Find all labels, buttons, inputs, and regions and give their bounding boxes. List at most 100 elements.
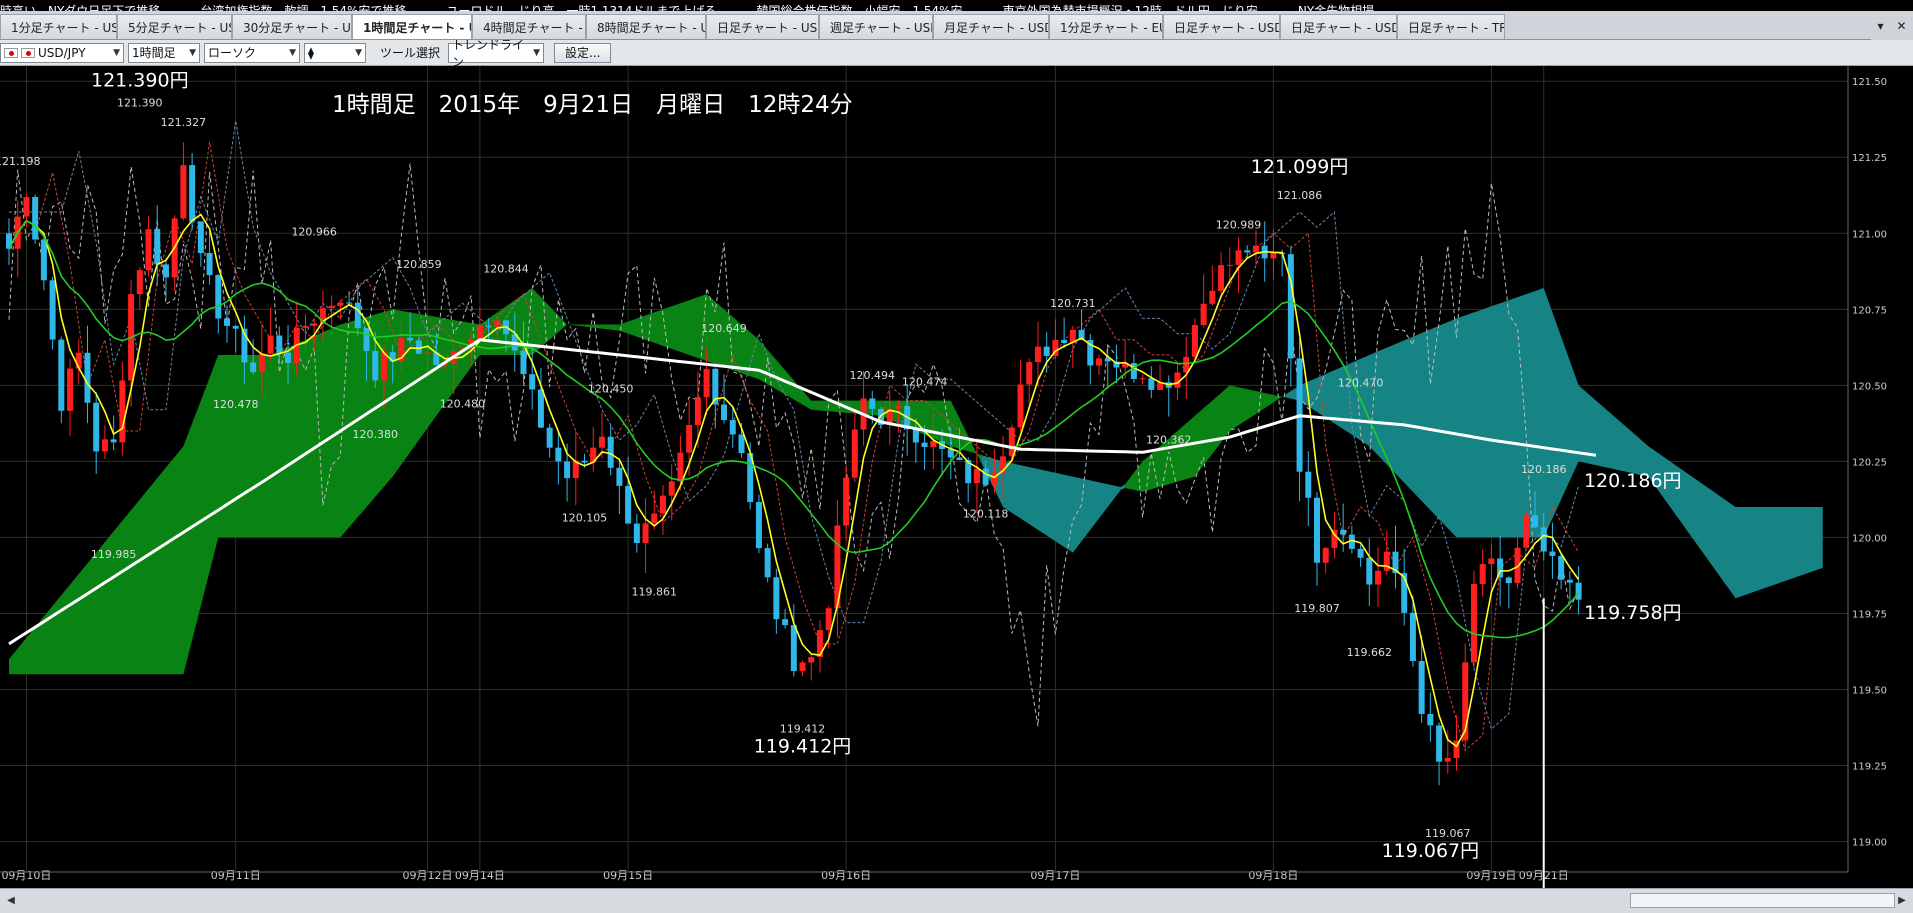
candle-down (93, 402, 100, 452)
candle-up (424, 352, 431, 354)
candle-up (1322, 547, 1329, 563)
chart-tab-label: 4時間足チャート - U (483, 21, 586, 35)
candle-up (660, 495, 666, 514)
price-annotation: 119.758円 (1584, 602, 1682, 624)
candle-up (1034, 346, 1041, 363)
candle-down (1505, 577, 1512, 584)
candle-down (729, 420, 736, 435)
currency-pair-select[interactable]: USD/JPY ▼ (0, 42, 124, 63)
candle-up (686, 424, 693, 453)
chart-tab[interactable]: 5分足チャート - US× (117, 14, 232, 39)
candle-down (215, 275, 222, 319)
us-flag-icon (4, 47, 18, 58)
candle-down (956, 457, 963, 461)
timeframe-value: 1時間足 (132, 46, 176, 60)
candle-down (407, 337, 414, 341)
chart-tab-label: 1時間足チャート - U (363, 21, 472, 35)
y-tick-label: 120.25 (1852, 457, 1887, 468)
candle-up (476, 325, 483, 339)
candle-up (119, 380, 126, 443)
chart-tab-label: 週足チャート - USD/ (830, 21, 933, 35)
chart-tab-label: 1分足チャート - US (11, 21, 117, 35)
candle-up (895, 406, 902, 409)
candle-up (703, 368, 710, 398)
price-annotation: 121.390円 (91, 70, 189, 92)
candle-up (1226, 264, 1233, 266)
candle-up (1200, 303, 1207, 326)
timeframe-select[interactable]: 1時間足 ▼ (128, 42, 200, 63)
y-tick-label: 121.00 (1852, 229, 1887, 240)
price-label: 120.380 (352, 428, 398, 441)
tab-menu-icon[interactable]: ▾ (1877, 19, 1883, 33)
close-all-icon[interactable]: ✕ (1896, 19, 1906, 33)
candle-down (1340, 529, 1347, 535)
chart-toolbar: USD/JPY ▼ 1時間足 ▼ ローソク ▼ ⧫ ▼ ツール選択 トレンドライ… (0, 38, 1913, 69)
price-label: 120.731 (1050, 297, 1096, 310)
candle-up (1139, 378, 1146, 380)
candle-type-select[interactable]: ⧫ ▼ (304, 42, 366, 63)
tab-controls: ▾ ✕ (1871, 11, 1913, 40)
chart-style-value: ローソク (208, 46, 257, 60)
price-label: 120.649 (701, 322, 747, 335)
x-tick-label: 09月15日 (603, 869, 653, 882)
candle-down (1287, 254, 1294, 359)
candle-up (808, 657, 815, 663)
price-annotation: 121.099円 (1251, 156, 1349, 178)
candle-down (790, 625, 797, 672)
candle-down (1409, 612, 1416, 662)
chart-tab[interactable]: 日足チャート - USD/× (1280, 14, 1397, 39)
candle-up (1026, 362, 1033, 385)
scrollbar-thumb[interactable] (1630, 893, 1895, 908)
candle-up (258, 353, 265, 373)
chart-tab[interactable]: 1分足チャート - US× (0, 14, 117, 39)
horizontal-scrollbar[interactable]: ◀ ▶ (0, 888, 1913, 913)
chart-tab[interactable]: 8時間足チャート - U× (586, 14, 706, 39)
price-label: 120.480 (440, 397, 486, 410)
chart-tab[interactable]: 日足チャート - TRY/.× (1397, 14, 1505, 39)
candle-up (1488, 558, 1495, 565)
drawing-tool-select[interactable]: トレンドライン ▼ (448, 38, 545, 69)
candle-down (529, 374, 536, 390)
candle-up (843, 477, 850, 526)
chart-tab[interactable]: 日足チャート - USD/× (706, 14, 819, 39)
candle-down (1061, 339, 1068, 344)
settings-button[interactable]: 設定... (554, 42, 612, 63)
price-label: 120.362 (1146, 433, 1192, 446)
candle-up (677, 452, 684, 482)
chevron-down-icon: ▼ (289, 47, 296, 58)
chart-tab[interactable]: 日足チャート - USD/× (1163, 14, 1280, 39)
candle-down (1436, 725, 1443, 762)
candle-up (180, 165, 187, 219)
candle-up (1096, 358, 1102, 366)
y-tick-label: 121.50 (1852, 77, 1887, 88)
price-label: 120.186 (1521, 463, 1567, 476)
candle-down (58, 339, 65, 411)
chart-tab[interactable]: 1分足チャート - EUI× (1049, 14, 1163, 39)
candle-down (1244, 250, 1251, 253)
candle-down (607, 436, 614, 468)
candle-down (232, 325, 239, 329)
candle-up (1209, 290, 1216, 304)
chart-tab-label: 月足チャート - USD/ (944, 21, 1049, 35)
candle-down (869, 398, 876, 409)
chart-tab-label: 日足チャート - TRY/. (1408, 21, 1504, 35)
candle-down (625, 485, 632, 524)
scroll-left-icon[interactable]: ◀ (2, 893, 20, 908)
y-tick-label: 120.00 (1852, 533, 1887, 544)
candle-down (1305, 471, 1312, 498)
chart-tab[interactable]: 週足チャート - USD/× (819, 14, 933, 39)
candle-up (1191, 325, 1198, 357)
candle-down (49, 280, 56, 340)
candle-up (851, 429, 858, 478)
chart-tab-label: 日足チャート - USD/ (717, 21, 818, 35)
chart-style-select[interactable]: ローソク ▼ (204, 42, 300, 63)
y-tick-label: 119.50 (1852, 686, 1887, 697)
scroll-right-icon[interactable]: ▶ (1893, 893, 1911, 908)
candle-down (1558, 555, 1565, 580)
candle-up (1252, 245, 1259, 253)
price-chart[interactable]: 121.50 121.25 121.00 120.75 120.50 120.25 120.… (0, 66, 1913, 888)
candle-down (1532, 515, 1538, 528)
chart-tab[interactable]: 30分足チャート - US× (232, 14, 352, 39)
chart-tab[interactable]: 月足チャート - USD/× (933, 14, 1049, 39)
candle-down (764, 548, 771, 578)
